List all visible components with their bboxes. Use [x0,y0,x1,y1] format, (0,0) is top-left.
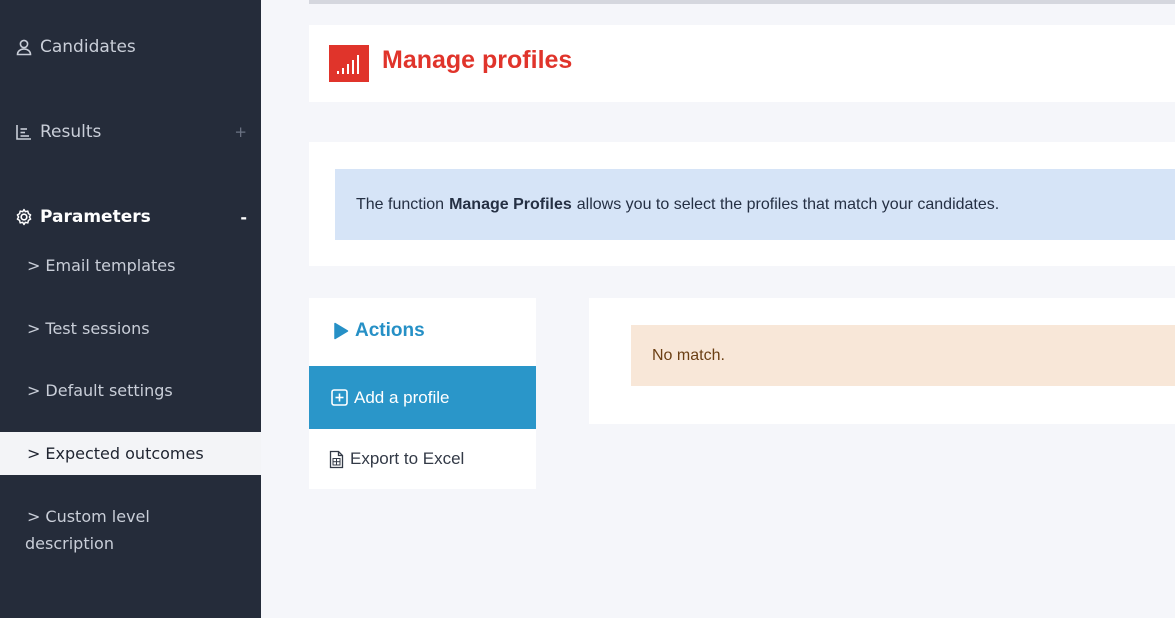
sidebar-item-test-sessions[interactable]: > Test sessions [0,315,261,342]
export-excel-label: Export to Excel [350,449,465,468]
results-panel: No match. [589,298,1175,424]
top-divider [309,0,1175,4]
nav-parameters[interactable]: Parameters - [14,207,247,227]
plus-square-icon [331,389,348,406]
sidebar-item-label: Expected outcomes [45,444,204,463]
expand-results-toggle[interactable]: + [234,123,247,141]
nav-candidates[interactable]: Candidates [14,37,136,57]
chevron-right-icon: > [27,444,41,463]
actions-panel: Actions Add a profile Export to Excel [309,298,536,489]
sidebar-item-label-line2: description [25,534,114,553]
sidebar-item-label: Email templates [45,256,176,275]
info-prefix: The function [356,195,445,213]
sidebar-item-default-settings[interactable]: > Default settings [0,377,261,404]
user-icon [14,37,34,57]
chevron-right-icon: > [27,256,41,275]
sidebar-item-expected-outcomes[interactable]: > Expected outcomes [0,432,261,475]
sidebar-item-email-templates[interactable]: > Email templates [0,252,261,279]
info-alert: The function Manage Profiles allows you … [335,169,1175,240]
no-match-alert: No match. [631,325,1175,386]
play-icon [333,322,349,340]
actions-title: Actions [355,320,425,341]
info-function-name: Manage Profiles [449,195,572,213]
actions-heading: Actions [333,320,425,342]
sidebar-item-label: Default settings [45,381,173,400]
info-panel: The function Manage Profiles allows you … [309,142,1175,266]
nav-candidates-label: Candidates [40,37,136,57]
nav-parameters-label: Parameters [40,207,151,227]
chevron-right-icon: > [27,319,41,338]
gear-icon [14,207,34,227]
page-title: Manage profiles [382,46,573,74]
export-excel-button[interactable]: Export to Excel [309,429,536,489]
page-header: Manage profiles [309,25,1175,102]
chevron-right-icon: > [27,381,41,400]
nav-results-label: Results [40,122,102,142]
info-suffix: allows you to select the profiles that m… [576,195,1000,213]
add-profile-button[interactable]: Add a profile [309,366,536,429]
nav-results[interactable]: Results + [14,122,247,142]
chevron-right-icon: > [27,507,41,526]
sidebar: Candidates Results + Parameters - > Email… [0,0,261,618]
sidebar-item-custom-level-description[interactable]: > Custom level description [0,503,261,557]
collapse-parameters-toggle[interactable]: - [240,208,247,227]
spreadsheet-file-icon [329,450,344,469]
sidebar-item-label: Test sessions [45,319,150,338]
signal-bars-icon [329,45,369,82]
bar-chart-icon [14,122,34,142]
sidebar-item-label-line1: Custom level [45,507,150,526]
add-profile-label: Add a profile [354,387,450,407]
